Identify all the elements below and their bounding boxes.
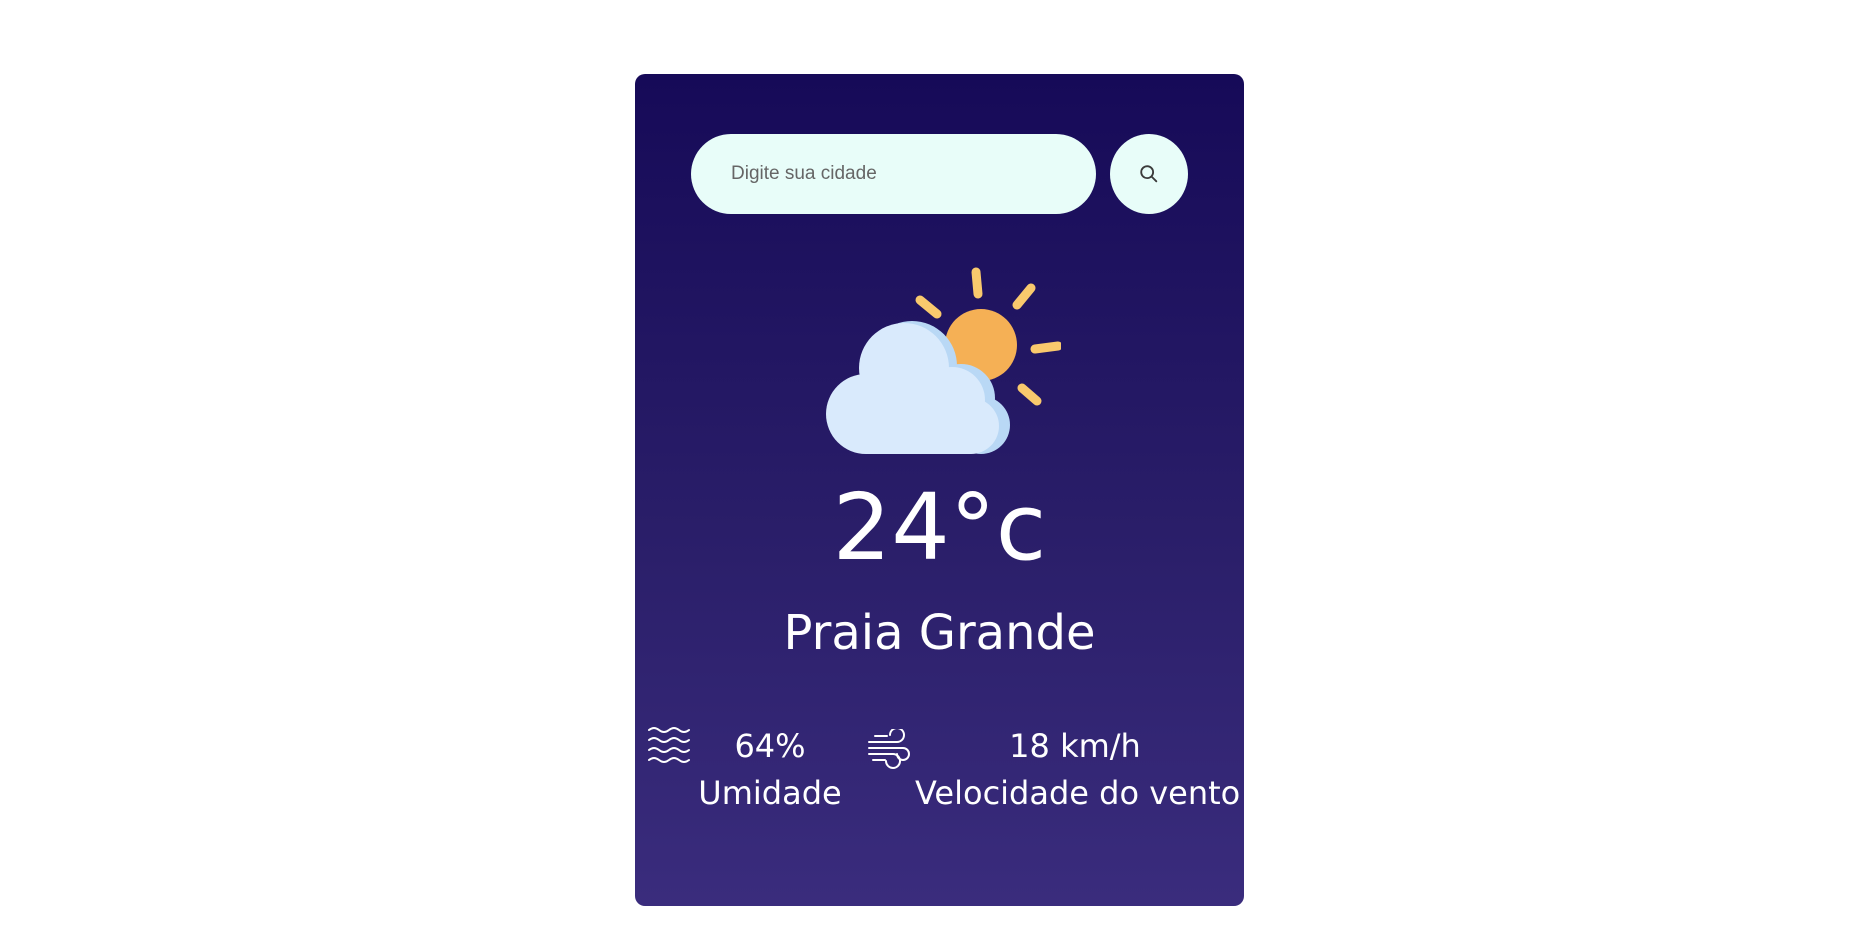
wind-value: 18 km/h (1009, 727, 1141, 765)
humidity-value: 64% (734, 727, 806, 765)
search-button[interactable] (1110, 134, 1188, 214)
search-icon (1140, 165, 1158, 183)
search-input[interactable] (691, 134, 1096, 214)
page: 24°c Praia Grande 64% Umidade 18 km/h Ve… (0, 0, 1875, 935)
humidity-label: Umidade (698, 774, 842, 812)
search-bar (691, 134, 1188, 214)
city-name: Praia Grande (783, 605, 1096, 661)
partly-cloudy-icon (826, 267, 1061, 454)
weather-card: 24°c Praia Grande 64% Umidade 18 km/h Ve… (635, 74, 1244, 906)
wind-label: Velocidade do vento (915, 774, 1241, 812)
wind-icon (868, 729, 910, 769)
waves-icon (648, 727, 690, 763)
temperature: 24°c (832, 474, 1047, 581)
